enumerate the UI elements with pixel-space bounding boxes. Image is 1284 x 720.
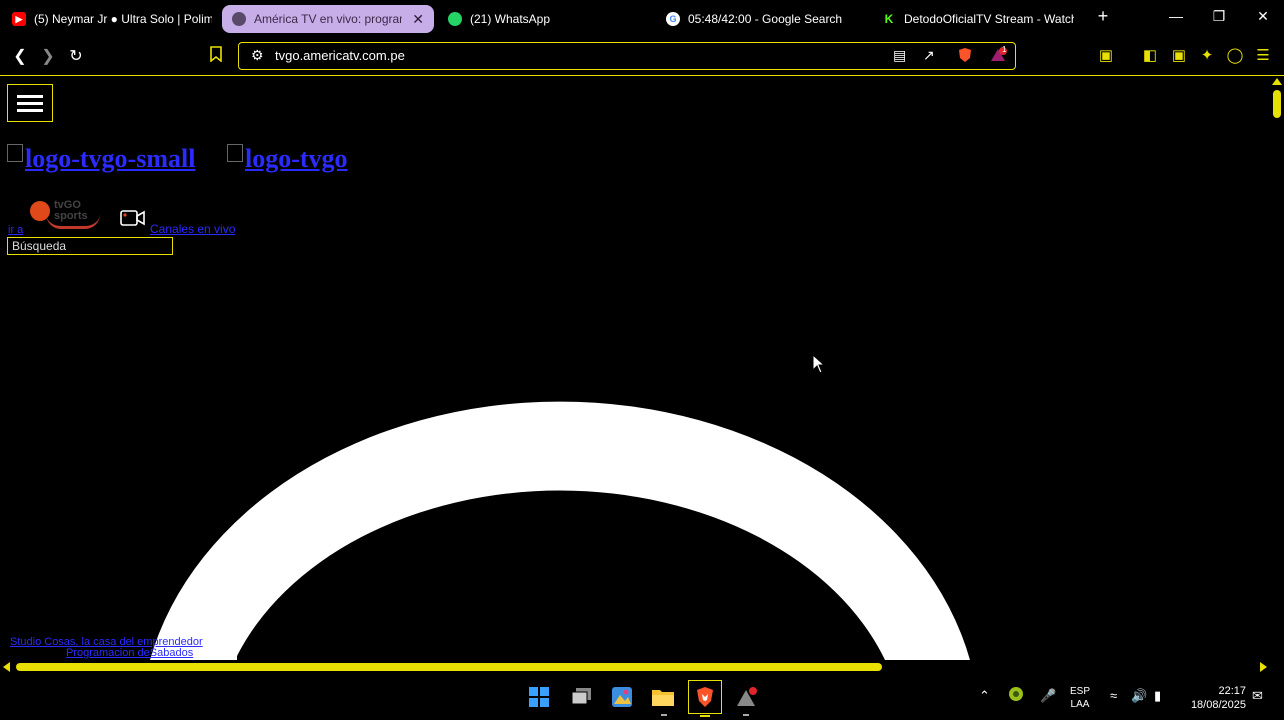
tab-google[interactable]: G 05:48/42:00 - Google Search [666,5,866,33]
tab-title: 05:48/42:00 - Google Search [688,12,843,26]
running-indicator [743,714,749,716]
app-taskbar-button[interactable] [733,684,759,710]
minimize-button[interactable]: — [1164,8,1188,24]
share-icon[interactable]: ↗ [923,47,935,64]
scroll-left-arrow-icon[interactable] [3,662,10,672]
forward-button[interactable]: ❯ [38,46,58,66]
tab-whatsapp[interactable]: (21) WhatsApp [448,5,648,33]
menu-icon[interactable]: ☰ [1253,46,1273,64]
show-hidden-icons-button[interactable]: ⌃ [979,688,990,704]
restore-button[interactable]: ❐ [1207,8,1231,25]
mouse-cursor-icon [812,354,826,374]
programacion-link[interactable]: Programacion deSabados [66,647,193,659]
kick-icon: K [882,12,896,26]
battery-icon[interactable]: ▮ [1154,688,1161,704]
menu-toggle-button[interactable] [7,84,53,122]
task-view-icon [571,688,591,705]
logo-link[interactable]: logo-tvgo [227,144,348,174]
logo-alt: logo-tvgo [245,144,348,173]
tab-title: DetodoOficialTV Stream - Watch [904,12,1074,26]
ir-a-link[interactable]: ir a [8,224,23,236]
clock-date: 18/08/2025 [1190,699,1246,711]
language-indicator[interactable]: ESP LAA [1070,685,1090,711]
logo-small-link[interactable]: logo-tvgo-small [7,144,195,174]
lang-code: ESP [1070,686,1091,697]
file-explorer-button[interactable] [650,684,676,710]
logo-small-alt: logo-tvgo-small [25,144,196,173]
folder-icon [652,690,674,706]
canales-en-vivo-link[interactable]: Canales en vivo [150,222,235,236]
rewards-badge: 1 [1002,45,1007,54]
reload-button[interactable]: ↻ [66,46,86,66]
brave-taskbar-button[interactable] [688,680,722,714]
wifi-icon[interactable]: ≈ [1110,688,1117,703]
back-button[interactable]: ❮ [10,46,30,66]
photos-app-button[interactable] [609,684,635,710]
youtube-icon: ▶ [12,12,26,26]
bookmark-icon[interactable] [206,46,226,67]
running-indicator [661,714,667,716]
close-window-button[interactable]: ✕ [1251,8,1275,25]
tab-americatv[interactable]: América TV en vivo: programa ✕ [222,5,434,33]
clock-time: 22:17 [1218,685,1246,697]
notifications-icon[interactable]: ✉ [1252,688,1263,704]
globe-icon [232,12,246,26]
tvgo-sports-logo[interactable]: tvGO sports [28,198,102,232]
wallet-icon[interactable]: ▣ [1169,46,1189,64]
triangle-app-icon [737,687,757,706]
tab-title: (21) WhatsApp [470,12,551,26]
thumbnail-image [199,650,237,660]
tab-kick[interactable]: K DetodoOficialTV Stream - Watch [882,5,1074,33]
tab-title: (5) Neymar Jr ● Ultra Solo | Polimá [34,12,212,26]
active-indicator [700,715,710,717]
broken-image-icon [7,144,23,162]
lang-layout: LAA [1070,699,1090,710]
taskbar: ⌃ 🎤 ESP LAA ≈ 🔊 ▮ 22:17 18/08/2025 ✉ [0,674,1284,720]
brave-icon [697,687,713,707]
page-viewport: logo-tvgo-small logo-tvgo tvGO sports ir… [0,76,1270,660]
microphone-icon[interactable]: 🎤 [1040,688,1056,704]
tab-youtube[interactable]: ▶ (5) Neymar Jr ● Ultra Solo | Polimá [12,5,212,33]
reader-mode-icon[interactable]: ▤ [893,47,906,64]
video-camera-icon[interactable] [120,209,146,227]
tab-title: América TV en vivo: programa [254,12,403,26]
photos-icon [612,687,632,707]
url-text[interactable]: tvgo.americatv.com.pe [275,48,405,63]
brave-shields-icon[interactable] [957,47,973,66]
site-settings-icon[interactable]: ⚙ [251,47,264,64]
horizontal-scrollbar[interactable] [0,660,1270,674]
new-tab-button[interactable]: + [1091,6,1115,27]
whatsapp-icon [448,12,462,26]
vpn-icon[interactable]: ◯ [1225,46,1245,64]
address-bar[interactable]: ⚙ tvgo.americatv.com.pe ▤ ↗ 1 [238,42,1016,70]
scroll-right-arrow-icon[interactable] [1260,662,1267,672]
task-view-button[interactable] [569,684,595,710]
vertical-scroll-thumb[interactable] [1273,90,1281,118]
tab-bar: ▶ (5) Neymar Jr ● Ultra Solo | Polimá Am… [0,0,1284,37]
volume-icon[interactable]: 🔊 [1131,688,1147,704]
system-clock[interactable]: 22:17 18/08/2025 [1184,684,1246,712]
sidebar-icon[interactable]: ◧ [1140,46,1160,64]
search-input[interactable] [7,237,173,255]
horizontal-scroll-thumb[interactable] [16,663,882,671]
start-button[interactable] [526,684,552,710]
windows-icon [529,687,549,707]
search-tabs-icon[interactable]: ▣ [1096,46,1116,64]
leo-ai-icon[interactable]: ✦ [1197,46,1217,64]
swoosh-graphic [46,214,100,229]
close-icon[interactable]: ✕ [402,11,434,28]
broken-image-icon [227,144,243,162]
browser-toolbar: ❮ ❯ ↻ ⚙ tvgo.americatv.com.pe ▤ ↗ 1 ▣ ◧ … [0,37,1284,76]
hamburger-icon [17,93,43,114]
google-icon: G [666,12,680,26]
scroll-up-arrow-icon[interactable] [1272,78,1282,85]
tray-app-icon[interactable] [1008,686,1024,705]
vertical-scrollbar[interactable] [1270,76,1284,660]
